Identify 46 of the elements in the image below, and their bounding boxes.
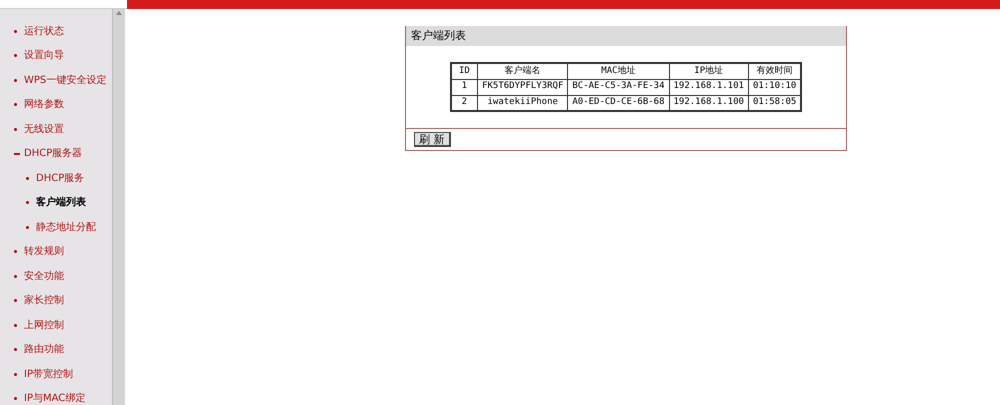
column-header: 有效时间 [748,63,802,79]
column-header: IP地址 [669,63,748,79]
column-header: MAC地址 [568,63,669,79]
sidebar-item[interactable]: 无线设置 [0,117,112,142]
panel-title: 客户端列表 [406,26,846,46]
sidebar-item[interactable]: 客户端列表 [0,190,112,215]
bullet-icon [14,250,17,254]
bullet-icon [14,397,17,400]
sidebar-item[interactable]: 运行状态 [0,19,112,44]
table-cell: 1 [450,79,478,95]
sidebar-item[interactable]: 家长控制 [0,288,112,313]
bullet-icon [14,299,17,302]
sidebar-item[interactable]: 安全功能 [0,264,112,288]
sidebar-item[interactable]: WPS一键安全设定 [0,68,112,92]
bullet-icon [14,54,17,58]
bullet-icon [14,103,17,106]
scrollbar[interactable] [112,9,125,405]
sidebar-item[interactable]: IP带宽控制 [0,362,112,386]
sidebar-item[interactable]: 转发规则 [0,240,112,264]
column-header: ID [450,63,478,79]
sidebar-item[interactable]: 网络参数 [0,92,112,117]
bullet-icon [14,128,17,131]
bullet-icon [14,324,17,327]
bullet-icon [26,201,29,204]
bullet-icon [14,78,17,82]
sidebar-item[interactable]: 设置向导 [0,44,112,68]
scroll-up-icon[interactable] [116,11,122,15]
bullet-icon [14,348,17,352]
table-cell: FK5T6DYPFLY3RQF [478,79,568,95]
bullet-icon [14,372,17,376]
sidebar-item[interactable]: IP与MAC绑定 [0,386,112,405]
bullet-icon [26,226,29,229]
collapse-icon [14,152,20,155]
sidebar-item[interactable]: DHCP服务器 [0,142,112,166]
sidebar-item[interactable]: 上网控制 [0,313,112,338]
bullet-icon [26,176,29,180]
column-header: 客户端名 [478,63,568,79]
refresh-button[interactable]: 刷 新 [414,132,450,147]
sidebar-item[interactable]: DHCP服务 [0,166,112,190]
sidebar-item[interactable]: 静态地址分配 [0,215,112,240]
bullet-icon [14,274,17,278]
bullet-icon [14,30,17,33]
table-cell: 01:10:10 [748,79,802,95]
sidebar-item[interactable]: 路由功能 [0,338,112,362]
table-cell: 192.168.1.101 [669,79,748,95]
table-cell: BC-AE-C5-3A-FE-34 [568,79,669,95]
